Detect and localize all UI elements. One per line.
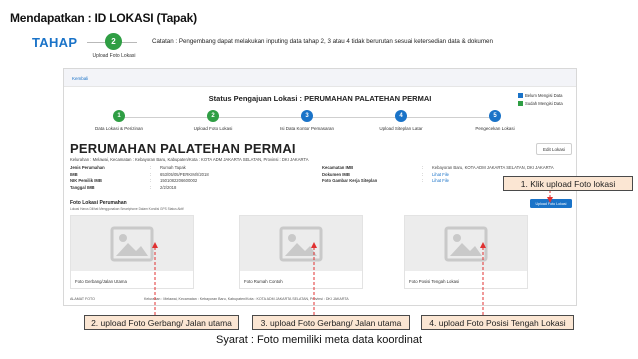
step-circle: 4 xyxy=(395,110,407,122)
back-link[interactable]: Kembali xyxy=(72,76,88,81)
legend-item-belum: Belum Mengisi Data xyxy=(518,93,563,98)
photo-placeholder[interactable] xyxy=(71,216,193,271)
top-bar: Kembali xyxy=(64,69,576,87)
edit-location-button[interactable]: Edit Lokasi xyxy=(536,143,572,155)
app-window: Kembali Status Pengajuan Lokasi : PERUMA… xyxy=(63,68,577,306)
step-circle: 1 xyxy=(113,110,125,122)
tahap-step-circle: 2 xyxy=(105,33,122,50)
info-separator: : xyxy=(150,184,152,190)
step-label: Data Lokasi & Perizinan xyxy=(94,126,144,131)
siteplan-link[interactable]: Lihat File xyxy=(432,178,449,185)
photo-footer-address: Kelurahan : Melawai, Kecamatan : Kebayor… xyxy=(144,297,349,301)
legend-item-sudah: Sudah Mengisi Data xyxy=(518,101,563,106)
photo-caption: Foto Posisi Tengah Lokasi xyxy=(409,279,460,284)
info-row: Tanggal IMB : 2/2/2018 xyxy=(70,185,209,192)
step-siteplan[interactable]: 4 Upload Siteplan Latar xyxy=(361,110,441,131)
info-separator: : xyxy=(422,178,424,183)
step-label: Isi Data Kontor Pemasaran xyxy=(279,126,335,131)
step-label: Pengecekan Lokasi xyxy=(475,126,515,131)
photo-section-title: Foto Lokasi Perumahan xyxy=(70,200,127,206)
image-placeholder-icon xyxy=(444,226,488,261)
step-kantor-pemasaran[interactable]: 3 Isi Data Kontor Pemasaran xyxy=(267,110,347,131)
legend-label: Sudah Mengisi Data xyxy=(525,101,563,106)
status-title: Status Pengajuan Lokasi : PERUMAHAN PALA… xyxy=(208,94,432,103)
legend-swatch xyxy=(518,93,523,98)
callout-1: 1. Klik upload Foto lokasi xyxy=(503,176,633,191)
callout-3: 3. upload Foto Gerbang/ Jalan utama xyxy=(252,315,410,330)
tahap-step-name: Upload Foto Lokasi xyxy=(92,53,136,59)
photo-placeholder[interactable] xyxy=(405,216,527,271)
photo-placeholder[interactable] xyxy=(240,216,362,271)
image-placeholder-icon xyxy=(279,226,323,261)
step-label: Upload Foto Lokasi xyxy=(193,126,233,131)
slide-title: Mendapatkan : ID LOKASI (Tapak) xyxy=(10,11,197,25)
legend: Belum Mengisi Data Sudah Mengisi Data xyxy=(518,93,563,109)
location-title: PERUMAHAN PALATEHAN PERMAI xyxy=(70,141,296,156)
info-key: Tanggal IMB xyxy=(70,184,95,190)
callout-2: 2. upload Foto Gerbang/ Jalan utama xyxy=(84,315,239,330)
step-upload-foto[interactable]: 2 Upload Foto Lokasi xyxy=(173,110,253,131)
photo-footer-label: ALAMAT FOTO xyxy=(70,297,95,301)
info-value: 2/2/2018 xyxy=(160,184,177,190)
info-key: Foto Gambar Kerja Siteplan xyxy=(322,178,378,183)
step-circle: 2 xyxy=(207,110,219,122)
photo-caption: Foto Gerbang/Jalan Utama xyxy=(75,279,127,284)
info-value: Kebayoran Baru, KOTA ADM JAKARTA SELATAN… xyxy=(432,165,554,170)
legend-swatch xyxy=(518,101,523,106)
step-circle: 3 xyxy=(301,110,313,122)
photo-section-subtitle: Lokasi Harus Dilihat Menggunakan Smartph… xyxy=(70,207,184,211)
address-line: Kelurahan : Melawai, Kecamatan : Kebayor… xyxy=(70,157,309,162)
photo-card-gerbang[interactable]: Foto Gerbang/Jalan Utama xyxy=(70,215,194,289)
catatan-note: Catatan : Pengembang dapat melakukan inp… xyxy=(152,38,493,45)
tahap-label: TAHAP xyxy=(32,35,78,50)
photo-caption: Foto Rumah Contoh xyxy=(244,279,283,284)
legend-label: Belum Mengisi Data xyxy=(525,93,563,98)
photo-card-posisi-tengah[interactable]: Foto Posisi Tengah Lokasi xyxy=(404,215,528,289)
info-left: Jenis Perumahan : Rumah Tapak IMB : 653/… xyxy=(70,165,209,191)
step-data-lokasi[interactable]: 1 Data Lokasi & Perizinan xyxy=(79,110,159,131)
image-placeholder-icon xyxy=(110,226,154,261)
step-label: Upload Siteplan Latar xyxy=(379,126,423,131)
step-pengecekan[interactable]: 5 Pengecekan Lokasi xyxy=(455,110,535,131)
step-circle: 5 xyxy=(489,110,501,122)
photo-card-rumah-contoh[interactable]: Foto Rumah Contoh xyxy=(239,215,363,289)
callout-4: 4. upload Foto Posisi Tengah Lokasi xyxy=(421,315,574,330)
syarat-note: Syarat : Foto memiliki meta data koordin… xyxy=(215,334,423,346)
upload-photo-button[interactable]: Upload Foto Lokasi xyxy=(530,199,572,208)
